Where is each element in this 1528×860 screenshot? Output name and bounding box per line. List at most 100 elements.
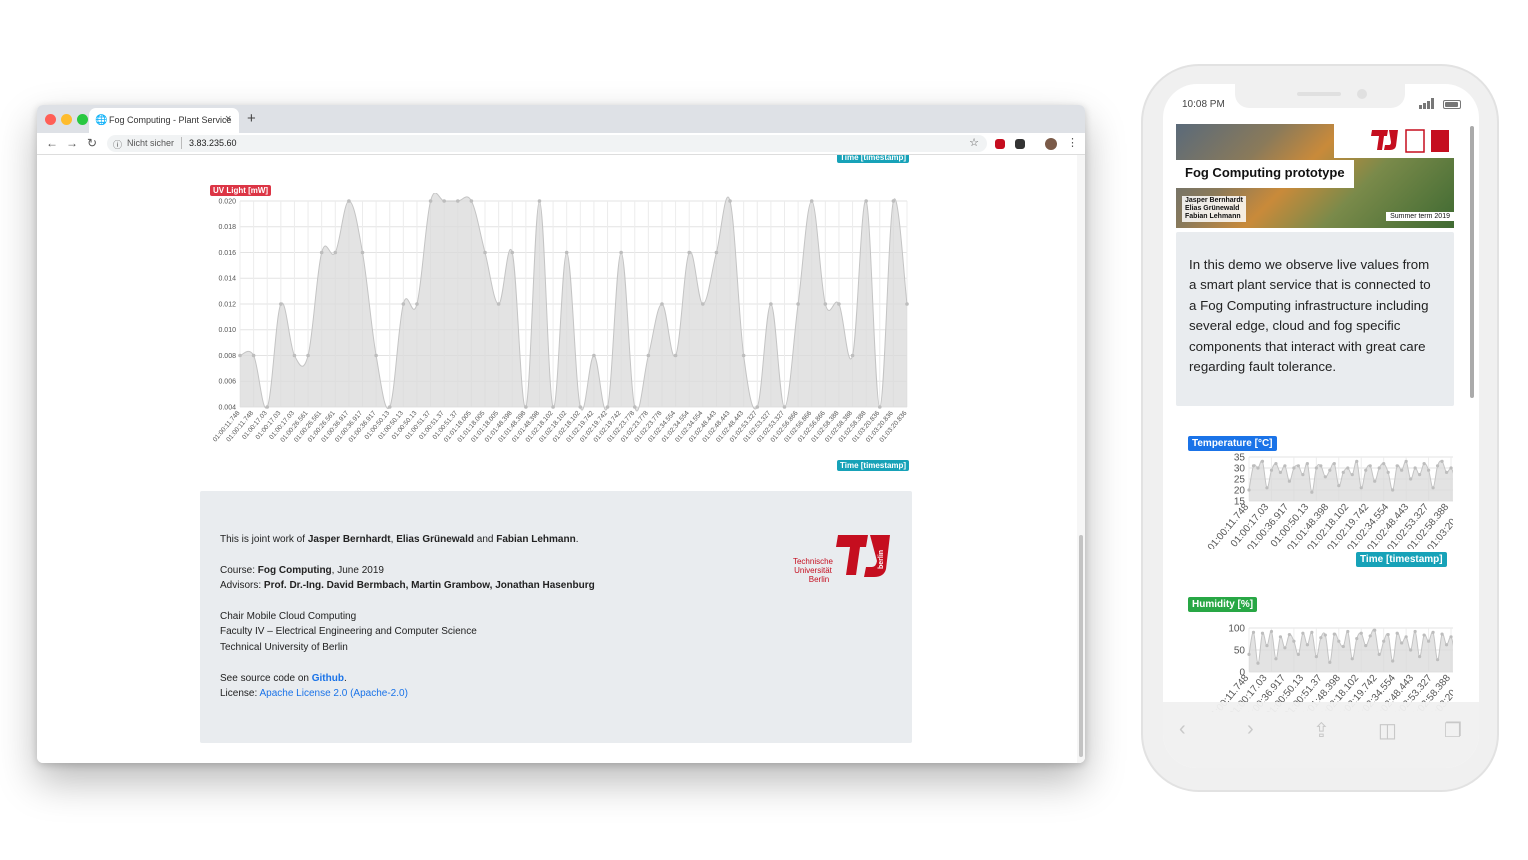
bookmarks-icon[interactable]: ◫ bbox=[1378, 718, 1397, 743]
reload-icon[interactable]: ↻ bbox=[87, 136, 97, 150]
data-point bbox=[238, 353, 242, 358]
credits-text: This is joint work of bbox=[220, 534, 308, 545]
data-point bbox=[1382, 639, 1386, 643]
info-icon[interactable]: ⓘ bbox=[113, 138, 122, 151]
github-link[interactable]: Github bbox=[312, 673, 344, 684]
data-point bbox=[1287, 633, 1292, 637]
scrollbar-thumb[interactable] bbox=[1079, 535, 1083, 757]
data-point bbox=[1444, 643, 1449, 647]
data-point bbox=[1373, 479, 1377, 483]
y-tick-label: 0.014 bbox=[218, 276, 236, 283]
data-point bbox=[1382, 462, 1386, 466]
data-point bbox=[619, 250, 623, 255]
data-point bbox=[1404, 459, 1408, 463]
y-tick-label: 0.004 bbox=[218, 404, 236, 411]
source-line: See source code on Github. bbox=[220, 673, 347, 684]
banner-logos bbox=[1334, 124, 1454, 158]
university-line: Technical University of Berlin bbox=[220, 642, 348, 653]
data-point bbox=[755, 405, 760, 409]
data-point bbox=[1251, 630, 1256, 634]
forward-arrow-icon[interactable]: → bbox=[66, 136, 78, 150]
author-name: Jasper Bernhardt bbox=[307, 534, 391, 545]
data-point bbox=[1305, 643, 1309, 647]
banner-title: Fog Computing prototype bbox=[1185, 165, 1345, 180]
data-point bbox=[1301, 631, 1305, 635]
data-point bbox=[564, 250, 569, 255]
globe-icon: 🌐 bbox=[95, 115, 108, 126]
data-point bbox=[1292, 466, 1296, 470]
data-point bbox=[1278, 470, 1283, 474]
new-tab-button[interactable]: + bbox=[247, 110, 256, 127]
bookmark-star-icon[interactable]: ☆ bbox=[969, 136, 979, 149]
data-point bbox=[1305, 462, 1309, 466]
data-point bbox=[387, 405, 392, 409]
back-icon[interactable]: ‹ bbox=[1179, 718, 1186, 741]
data-point bbox=[1440, 632, 1444, 636]
course-date: , June 2019 bbox=[331, 565, 384, 576]
advisors-label: Advisors: bbox=[220, 580, 264, 591]
data-point bbox=[1431, 486, 1435, 490]
close-tab-icon[interactable]: × bbox=[225, 113, 231, 125]
maximize-window-button[interactable] bbox=[77, 114, 88, 125]
logo-text-2: Universität bbox=[794, 566, 833, 575]
data-point bbox=[1260, 631, 1265, 635]
data-point bbox=[1274, 657, 1278, 661]
data-point bbox=[496, 302, 501, 306]
data-point bbox=[251, 353, 256, 358]
data-point bbox=[1337, 484, 1341, 488]
data-point bbox=[537, 199, 542, 203]
data-point bbox=[1265, 644, 1269, 648]
data-point bbox=[1355, 636, 1359, 641]
data-point bbox=[469, 199, 474, 203]
back-arrow-icon[interactable]: ← bbox=[46, 136, 58, 150]
data-point bbox=[1278, 635, 1283, 639]
data-point bbox=[1395, 464, 1399, 468]
data-point bbox=[877, 405, 882, 409]
data-point bbox=[455, 199, 460, 203]
browser-tab[interactable]: 🌐 Fog Computing - Plant Service × bbox=[89, 108, 239, 133]
data-point bbox=[1391, 659, 1395, 663]
data-point bbox=[1449, 635, 1453, 639]
data-point bbox=[1328, 468, 1332, 472]
data-point bbox=[1350, 473, 1354, 477]
data-point bbox=[1260, 459, 1265, 463]
data-point bbox=[1355, 459, 1359, 463]
data-point bbox=[1368, 634, 1372, 638]
author-name: Elias Grünewald bbox=[396, 534, 474, 545]
extension-d-icon[interactable] bbox=[1015, 139, 1025, 149]
profile-avatar[interactable] bbox=[1045, 138, 1057, 150]
data-point bbox=[1422, 462, 1426, 466]
separator bbox=[181, 137, 182, 149]
data-point bbox=[265, 405, 270, 409]
data-point bbox=[1296, 464, 1300, 468]
data-point bbox=[1400, 468, 1404, 472]
advisors-line: Advisors: Prof. Dr.-Ing. David Bermbach,… bbox=[220, 580, 595, 591]
minimize-window-button[interactable] bbox=[61, 114, 72, 125]
y-tick-label: 0.020 bbox=[218, 198, 236, 205]
menu-kebab-icon[interactable]: ⋮ bbox=[1067, 136, 1078, 149]
page-scrollbar[interactable] bbox=[1077, 155, 1085, 763]
data-point bbox=[1328, 660, 1332, 664]
share-icon[interactable]: ⇪ bbox=[1313, 718, 1330, 743]
data-point bbox=[1269, 468, 1274, 472]
forward-icon[interactable]: › bbox=[1247, 718, 1254, 741]
data-point bbox=[1418, 473, 1422, 477]
data-point bbox=[1269, 629, 1274, 634]
intro-card: In this demo we observe live values from… bbox=[1176, 232, 1454, 406]
phone-mockup: 10:08 PM Fog Computing prototype Jasper … bbox=[1141, 64, 1499, 792]
url-field[interactable]: ⓘ Nicht sicher 3.83.235.60 ☆ bbox=[107, 135, 987, 152]
data-point bbox=[1314, 655, 1318, 659]
data-point bbox=[401, 302, 406, 306]
license-label: License: bbox=[220, 688, 260, 699]
tabs-icon[interactable]: ❐ bbox=[1444, 718, 1462, 743]
license-link[interactable]: Apache License 2.0 (Apache-2.0) bbox=[259, 688, 407, 699]
data-point bbox=[714, 250, 719, 255]
data-point bbox=[1440, 459, 1444, 463]
extension-shield-icon[interactable] bbox=[995, 139, 1005, 149]
data-point bbox=[1368, 464, 1372, 468]
data-point bbox=[1444, 470, 1449, 474]
university-logos bbox=[1371, 129, 1449, 153]
data-point bbox=[1319, 464, 1323, 468]
close-window-button[interactable] bbox=[45, 114, 56, 125]
data-point bbox=[1341, 470, 1345, 474]
